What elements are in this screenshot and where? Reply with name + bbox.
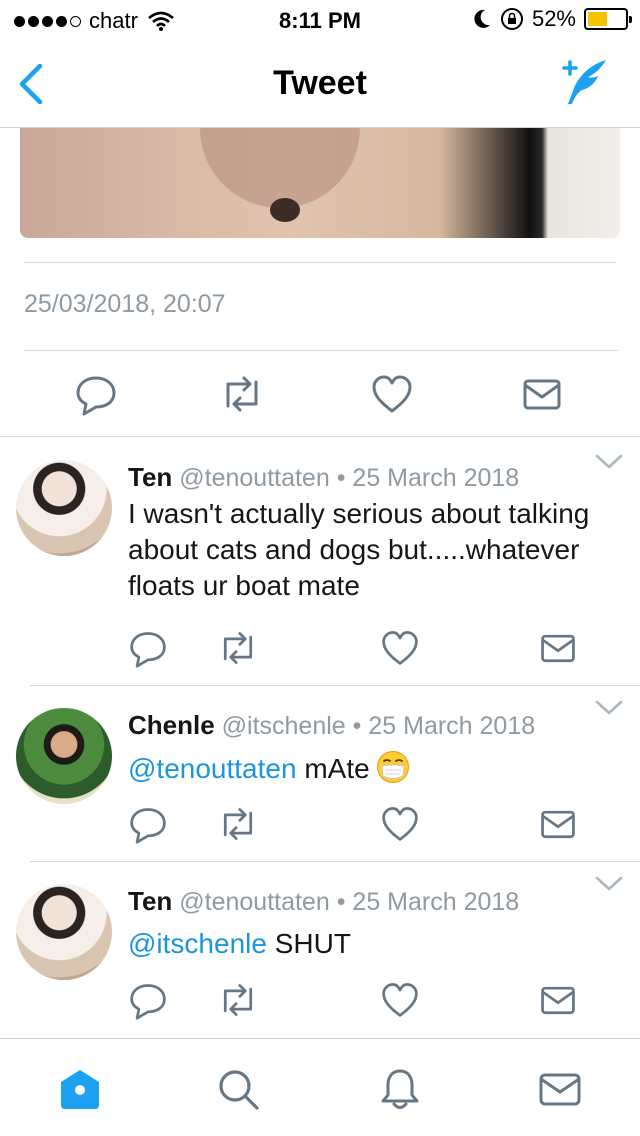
retweet-icon [223, 632, 253, 664]
tweet-action-bar [0, 628, 640, 688]
tab-bar [0, 1038, 640, 1136]
retweet-button[interactable] [218, 804, 258, 844]
compose-tweet-icon[interactable] [556, 58, 610, 108]
divider [24, 262, 616, 263]
retweet-button[interactable] [218, 980, 258, 1020]
tweet-text: I wasn't actually serious about talking … [128, 496, 634, 604]
reply-tweet[interactable]: Ten @tenouttaten • 25 March 2018 @itsche… [0, 862, 640, 1038]
retweet-icon [223, 808, 253, 840]
tab-notifications[interactable] [378, 1067, 422, 1111]
retweet-button[interactable] [218, 628, 258, 668]
reply-header: Ten @tenouttaten • 25 March 2018 [128, 886, 519, 917]
moon-icon [474, 9, 490, 28]
user-handle[interactable]: @itschenle [222, 712, 346, 740]
direct-message-icon [541, 986, 575, 1015]
divider [0, 436, 640, 437]
reply-icon [130, 632, 166, 668]
chevron-down-icon[interactable] [594, 452, 624, 472]
mention-link[interactable]: @tenouttaten [128, 753, 297, 784]
user-name[interactable]: Ten [128, 886, 172, 916]
tweet-body: I wasn't actually serious about talking … [128, 498, 590, 601]
like-button[interactable] [380, 980, 420, 1020]
tweet-body: SHUT [266, 928, 351, 959]
tweet-timestamp: 25/03/2018, 20:07 [24, 290, 226, 318]
reply-button[interactable] [74, 372, 118, 416]
like-button[interactable] [380, 628, 420, 668]
status-right: 52% [472, 6, 632, 32]
face-with-medical-mask-emoji [376, 751, 409, 783]
direct-message-button[interactable] [520, 372, 564, 416]
tab-home[interactable] [58, 1067, 102, 1111]
reply-header: Chenle @itschenle • 25 March 2018 [128, 710, 535, 741]
home-icon [61, 1070, 99, 1109]
battery-icon [584, 8, 632, 30]
separator-dot: • [336, 888, 346, 916]
retweet-icon [226, 376, 258, 412]
like-icon [382, 983, 418, 1017]
chevron-down-icon[interactable] [594, 698, 624, 718]
reply-button[interactable] [128, 628, 168, 668]
retweet-icon [223, 984, 253, 1016]
user-handle[interactable]: @tenouttaten [179, 464, 330, 492]
messages-icon [539, 1073, 581, 1106]
search-icon [219, 1070, 259, 1110]
direct-message-icon [541, 810, 575, 839]
like-icon [372, 375, 412, 413]
reply-icon [76, 376, 116, 416]
direct-message-button[interactable] [538, 804, 578, 844]
like-icon [382, 631, 418, 665]
retweet-button[interactable] [220, 372, 264, 416]
tweet-date: 25 March 2018 [352, 888, 520, 916]
direct-message-icon [541, 634, 575, 663]
tab-messages[interactable] [538, 1067, 582, 1111]
battery-level [588, 12, 607, 26]
separator-dot: • [352, 712, 362, 740]
reply-tweet[interactable]: Chenle @itschenle • 25 March 2018 @tenou… [0, 686, 640, 860]
tweet-date: 25 March 2018 [352, 464, 520, 492]
avatar[interactable] [16, 460, 112, 556]
separator-dot: • [336, 464, 346, 492]
tweet-action-bar [0, 804, 640, 864]
user-name[interactable]: Chenle [128, 710, 215, 740]
tweet-action-bar [0, 980, 640, 1040]
mention-link[interactable]: @itschenle [128, 928, 267, 959]
reply-button[interactable] [128, 980, 168, 1020]
notifications-icon [381, 1069, 419, 1109]
status-bar: chatr 8:11 PM 52% [0, 0, 640, 40]
user-name[interactable]: Ten [128, 462, 172, 492]
tweet-text: @itschenle SHUT [128, 926, 634, 962]
reply-header: Ten @tenouttaten • 25 March 2018 [128, 462, 519, 493]
direct-message-button[interactable] [538, 980, 578, 1020]
direct-message-button[interactable] [538, 628, 578, 668]
tweet-body: mAte [296, 753, 370, 784]
tweet-text: @tenouttaten mAte [128, 750, 634, 787]
tweet-media-image[interactable] [20, 128, 620, 238]
tweet-date: 25 March 2018 [368, 712, 536, 740]
reply-button[interactable] [128, 804, 168, 844]
user-handle[interactable]: @tenouttaten [179, 888, 330, 916]
page-title: Tweet [273, 64, 367, 102]
like-icon [382, 807, 418, 841]
tweet-action-bar [0, 372, 640, 432]
tab-search[interactable] [216, 1067, 260, 1111]
battery-percent: 52% [531, 6, 576, 31]
divider [24, 350, 618, 351]
like-button[interactable] [370, 372, 414, 416]
reply-icon [130, 984, 166, 1020]
avatar[interactable] [16, 708, 112, 804]
reply-tweet[interactable]: Ten @tenouttaten • 25 March 2018 I wasn'… [0, 438, 640, 684]
navigation-bar: Tweet [0, 40, 640, 128]
avatar[interactable] [16, 884, 112, 980]
direct-message-icon [523, 379, 561, 410]
like-button[interactable] [380, 804, 420, 844]
reply-icon [130, 808, 166, 844]
orientation-lock-icon [500, 8, 523, 30]
chevron-down-icon[interactable] [594, 874, 624, 894]
